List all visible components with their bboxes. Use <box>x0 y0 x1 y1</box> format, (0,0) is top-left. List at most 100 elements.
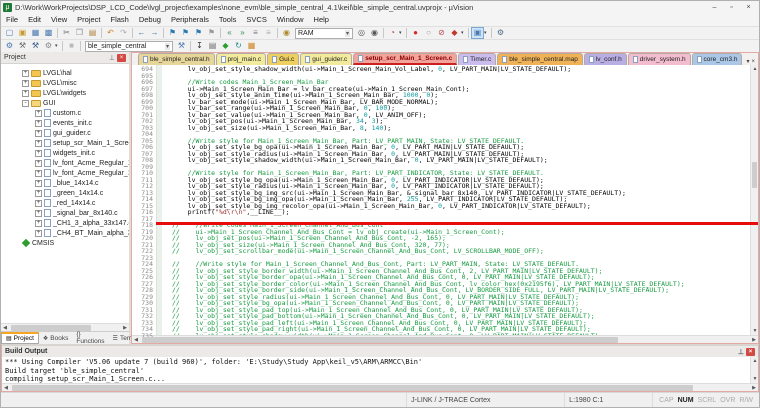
manage-rte-icon[interactable]: ◆ <box>219 40 232 52</box>
chevron-down-icon[interactable]: ▾ <box>164 42 170 50</box>
project-tree-hscrollbar[interactable]: ◀ ▶ <box>1 323 129 331</box>
expander-icon[interactable]: + <box>35 209 42 217</box>
pack-installer-icon[interactable]: ▦ <box>245 40 258 52</box>
target-select-combobox[interactable]: ble_simple_central ▾ <box>85 40 173 52</box>
expander-icon[interactable]: + <box>35 159 42 167</box>
document-tab-setup-scr-main-1-screen-c[interactable]: setup_scr_Main_1_Screen.c <box>353 53 458 65</box>
menu-item-peripherals[interactable]: Peripherals <box>166 14 214 26</box>
debug-session-icon[interactable]: ◔ <box>386 27 399 39</box>
editor-hscrollbar[interactable]: ◀ ▶ <box>132 335 758 343</box>
chevron-down-icon[interactable]: ▾ <box>344 29 350 37</box>
document-tab-ble-simple-central-h[interactable]: ble_simple_central.h <box>138 53 215 65</box>
configure-icon[interactable]: ⚙ <box>494 27 507 39</box>
tree-item-setup-scr-main-1-screen-c[interactable]: + setup_scr_Main_1_Screen.c <box>1 138 129 148</box>
enable-disable-breakpoint-icon[interactable]: ○ <box>422 27 435 39</box>
expander-icon[interactable]: + <box>35 199 42 207</box>
uncomment-selection-icon[interactable]: ≡ <box>262 27 275 39</box>
save-all-icon[interactable]: ▩ <box>42 27 55 39</box>
chevron-down-icon[interactable]: ▾ <box>55 43 60 49</box>
expander-icon[interactable]: + <box>35 179 42 187</box>
expander-icon[interactable]: + <box>35 219 42 227</box>
menu-item-window[interactable]: Window <box>272 14 309 26</box>
scroll-up-icon[interactable]: ▲ <box>751 357 759 365</box>
tree-item-lv-font-acme-regular-10-c[interactable]: + lv_font_Acme_Regular_10.c <box>1 158 129 168</box>
document-tab-ble-simple-central-map[interactable]: ble_simple_central.map <box>497 53 583 65</box>
incremental-find-icon[interactable]: ◉ <box>368 27 381 39</box>
tree-item-gui-guider-c[interactable]: + gui_guider.c <box>1 128 129 138</box>
document-tab-timer-c[interactable]: Timer.c <box>458 53 497 65</box>
expander-icon[interactable]: + <box>35 139 42 147</box>
bookmark-next-icon[interactable]: ⚑ <box>192 27 205 39</box>
workspace-tab-books[interactable]: ❖ Books <box>39 332 72 344</box>
tab-close-icon[interactable]: × <box>751 59 755 65</box>
expander-icon[interactable]: + <box>35 229 42 237</box>
chevron-down-icon[interactable]: ▾ <box>484 30 489 36</box>
kill-all-breakpoints-icon[interactable]: ◆ <box>448 27 461 39</box>
tree-item-lv-font-acme-regular-16-c[interactable]: + lv_font_Acme_Regular_16.c <box>1 168 129 178</box>
stop-build-icon[interactable]: ■ <box>65 40 78 52</box>
tree-item-custom-c[interactable]: + custom.c <box>1 108 129 118</box>
update-icon[interactable]: ↻ <box>232 40 245 52</box>
document-tab-driver-system-h[interactable]: driver_system.h <box>627 53 691 65</box>
tree-item--blue-14x14-c[interactable]: + _blue_14x14.c <box>1 178 129 188</box>
paste-icon[interactable]: ▤ <box>86 27 99 39</box>
build-output-vscrollbar[interactable]: ▲ ▼ <box>750 357 758 383</box>
tree-item--ch4-bt-main-alpha-34x148-c[interactable]: + _CH4_BT_Main_alpha_34x148.c <box>1 228 129 238</box>
scroll-left-icon[interactable]: ◀ <box>2 384 10 392</box>
translate-file-icon[interactable]: ⚙ <box>3 40 16 52</box>
nav-back-icon[interactable]: ← <box>135 27 148 39</box>
document-tab-lv-conf-h[interactable]: lv_conf.h <box>583 53 627 65</box>
menu-item-flash[interactable]: Flash <box>106 14 134 26</box>
menu-item-help[interactable]: Help <box>309 14 334 26</box>
tree-item--red-14x14-c[interactable]: + _red_14x14.c <box>1 198 129 208</box>
workspace-tab--functions[interactable]: {} Functions <box>72 331 108 345</box>
chevron-down-icon[interactable]: ▾ <box>461 30 466 36</box>
document-tab-gui-c[interactable]: Gui.c <box>267 53 300 65</box>
undo-icon[interactable]: ↶ <box>104 27 117 39</box>
find-icon[interactable]: ◎ <box>355 27 368 39</box>
open-file-icon[interactable]: ▣ <box>16 27 29 39</box>
indent-icon[interactable]: » <box>236 27 249 39</box>
document-tab-gui-guider-c[interactable]: gui_guider.c <box>300 53 353 65</box>
code-editor[interactable]: 694 695 696 697 698 699 700 701 702 703 … <box>132 65 758 339</box>
pin-icon[interactable]: ⊥ <box>736 348 746 356</box>
chevron-down-icon[interactable]: ▾ <box>399 30 404 36</box>
save-icon[interactable]: ▦ <box>29 27 42 39</box>
tree-item--green-14x14-c[interactable]: + _green_14x14.c <box>1 188 129 198</box>
scroll-left-icon[interactable]: ◀ <box>132 336 140 344</box>
rebuild-icon[interactable]: ⚒ <box>29 40 42 52</box>
workspace-tab-project[interactable]: ▤ Project <box>1 332 39 344</box>
redo-icon[interactable]: ↷ <box>117 27 130 39</box>
copy-icon[interactable]: ❐ <box>73 27 86 39</box>
document-tab-core-cm3-h[interactable]: core_cm3.h <box>691 53 743 65</box>
debug-windows-icon[interactable]: ▣ <box>471 27 484 39</box>
tree-item-lvgl-hal[interactable]: + LVGL\hal <box>1 68 129 78</box>
expander-icon[interactable]: + <box>22 89 29 97</box>
expander-icon[interactable]: + <box>35 109 42 117</box>
expander-icon[interactable]: + <box>35 189 42 197</box>
tab-list-icon[interactable]: ▾ <box>746 58 749 65</box>
tree-item--ch1-3-alpha-33x147-c[interactable]: + _CH1_3_alpha_33x147.c <box>1 218 129 228</box>
expander-icon[interactable]: + <box>22 79 29 87</box>
expander-icon[interactable]: + <box>35 129 42 137</box>
tree-item-gui[interactable]: - GUI <box>1 98 129 108</box>
bookmark-toggle-icon[interactable]: ⚑ <box>166 27 179 39</box>
expander-icon[interactable]: + <box>22 69 29 77</box>
batch-build-icon[interactable]: ⚙ <box>42 40 55 52</box>
maximize-button[interactable]: ▫ <box>723 2 740 13</box>
close-button[interactable]: × <box>740 2 757 13</box>
build-output-log[interactable]: *** Using Compiler 'V5.06 update 7 (buil… <box>2 357 750 383</box>
build-output-hscrollbar[interactable]: ◀ ▶ <box>2 383 758 391</box>
nav-forward-icon[interactable]: → <box>148 27 161 39</box>
menu-item-debug[interactable]: Debug <box>134 14 166 26</box>
menu-item-edit[interactable]: Edit <box>23 14 46 26</box>
menu-item-file[interactable]: File <box>1 14 23 26</box>
cut-icon[interactable]: ✂ <box>60 27 73 39</box>
build-icon[interactable]: ⚒ <box>16 40 29 52</box>
find-combobox[interactable]: RAM ▾ <box>295 27 353 39</box>
disable-all-breakpoints-icon[interactable]: ⊘ <box>435 27 448 39</box>
expander-icon[interactable]: + <box>35 169 42 177</box>
tree-item--signal-bar-8x140-c[interactable]: + _signal_bar_8x140.c <box>1 208 129 218</box>
menu-item-svcs[interactable]: SVCS <box>241 14 271 26</box>
outdent-icon[interactable]: « <box>223 27 236 39</box>
